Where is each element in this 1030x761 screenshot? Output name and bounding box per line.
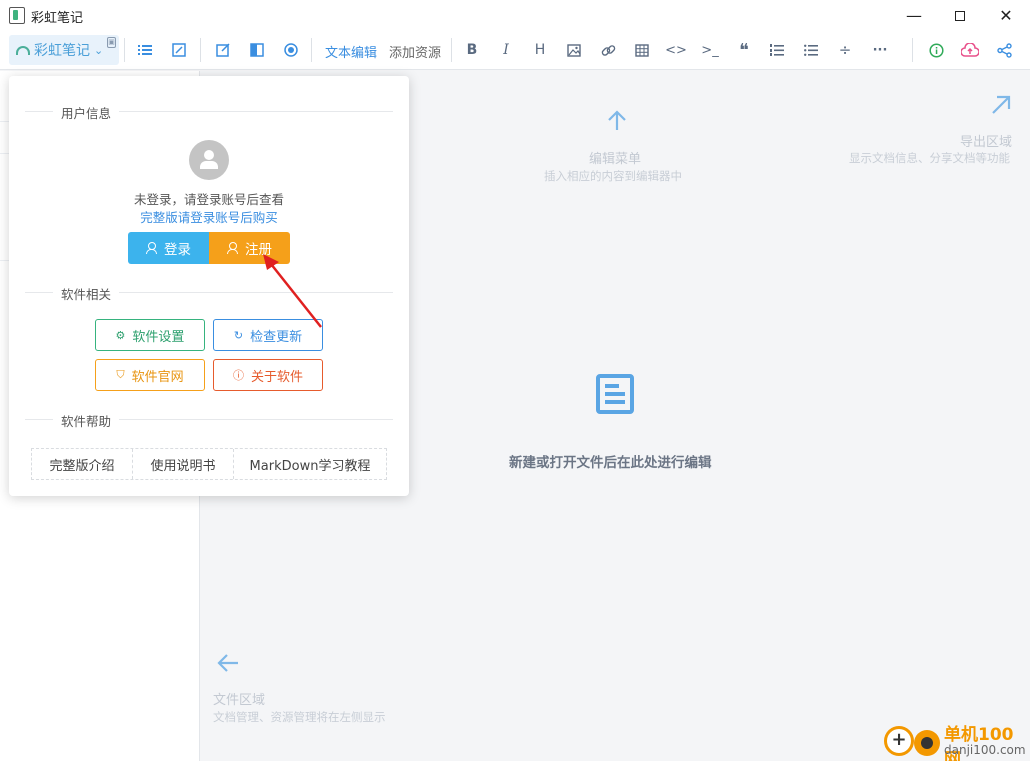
about-label: 关于软件 <box>250 369 303 385</box>
watermark: + 单机100网 danji100.com <box>880 718 1030 761</box>
divider-button[interactable]: ÷ <box>837 39 853 61</box>
window-title: 彩虹笔记 <box>31 11 84 26</box>
image-button[interactable] <box>566 39 582 61</box>
list-icon <box>138 45 152 55</box>
code-button[interactable]: <> <box>665 39 687 61</box>
italic-button[interactable]: I <box>498 39 514 61</box>
help-user-manual[interactable]: 使用说明书 <box>133 449 234 479</box>
login-button[interactable]: 登录 <box>128 232 209 264</box>
quote-button[interactable]: ❝ <box>735 39 753 61</box>
rainbow-icon <box>16 45 30 55</box>
unordered-list-button[interactable] <box>803 39 819 61</box>
info-button[interactable] <box>927 39 945 61</box>
table-icon <box>635 43 649 57</box>
about-button[interactable]: ⓘ 关于软件 <box>213 359 323 391</box>
arrow-up-right-icon <box>990 94 1012 122</box>
file-area-hint-title: 文件区域 <box>213 693 266 708</box>
edit-menu-hint-title: 编辑菜单 <box>589 152 642 167</box>
cloud-upload-button[interactable] <box>960 39 980 61</box>
software-section-title: 软件相关 <box>53 284 120 303</box>
info-icon <box>928 42 944 58</box>
link-button[interactable] <box>600 39 616 61</box>
title-bar: 彩虹笔记 — ✕ <box>0 0 1030 31</box>
annotation-arrow-icon <box>263 254 322 328</box>
editor-empty-hint: 新建或打开文件后在此处进行编辑 <box>509 455 712 471</box>
version-badge-icon: ▣ <box>107 37 116 48</box>
edit-menu-hint-sub: 插入相应的内容到编辑器中 <box>544 169 682 183</box>
file-area-hint-sub: 文档管理、资源管理将在左侧显示 <box>213 710 386 724</box>
outline-list-button[interactable] <box>136 39 154 61</box>
info-circle-icon: ⓘ <box>232 369 244 382</box>
code-block-button[interactable]: >_ <box>700 39 720 61</box>
help-markdown-tutorial[interactable]: MarkDown学习教程 <box>234 449 386 479</box>
website-button[interactable]: ⛉ 软件官网 <box>95 359 205 391</box>
chevron-down-icon: ⌄ <box>94 43 104 57</box>
tab-text-edit[interactable]: 文本编辑 <box>325 42 377 61</box>
close-button[interactable]: ✕ <box>983 0 1029 31</box>
watermark-plus-icon: + <box>884 726 914 756</box>
watermark-circle-icon <box>914 730 940 756</box>
split-view-button[interactable] <box>248 39 266 61</box>
help-section-title: 软件帮助 <box>53 411 120 430</box>
login-label: 登录 <box>164 242 191 258</box>
edit-mode-button[interactable] <box>214 39 232 61</box>
toolbar-divider <box>200 38 201 62</box>
image-icon <box>567 43 581 57</box>
brand-label: 彩虹笔记 <box>34 43 90 59</box>
toolbar-divider <box>311 38 312 62</box>
ordered-list-button[interactable] <box>769 39 785 61</box>
arrow-left-icon <box>216 652 240 680</box>
maximize-button[interactable] <box>937 0 983 31</box>
link-icon <box>601 44 615 56</box>
maximize-icon <box>955 10 965 21</box>
app-logo-icon <box>9 7 25 24</box>
edit-icon <box>216 43 230 57</box>
help-links: 完整版介绍 使用说明书 MarkDown学习教程 <box>31 448 387 480</box>
export-hint-title: 导出区域 <box>960 135 1013 150</box>
shield-icon: ⛉ <box>116 368 125 381</box>
toggle-layout-button[interactable] <box>170 39 188 61</box>
watermark-url: danji100.com <box>944 743 1026 757</box>
share-icon <box>996 42 1012 58</box>
unordered-list-icon <box>804 44 818 56</box>
settings-button[interactable]: ⚙ 软件设置 <box>95 319 205 351</box>
brand-dropdown-popup: 用户信息 未登录，请登录账号后查看 完整版请登录账号后购买 登录 注册 软件相关… <box>9 76 409 496</box>
gear-icon: ⚙ <box>115 328 126 342</box>
settings-label: 软件设置 <box>132 329 185 345</box>
share-button[interactable] <box>995 39 1013 61</box>
arrow-up-icon <box>606 110 628 138</box>
export-hint-sub: 显示文档信息、分享文档等功能 <box>849 151 1010 165</box>
user-icon <box>146 242 157 254</box>
more-button[interactable]: ··· <box>870 39 890 61</box>
refresh-icon: ↻ <box>233 328 244 342</box>
cloud-upload-icon <box>961 43 979 57</box>
user-add-icon <box>227 242 238 254</box>
bold-button[interactable]: B <box>464 39 480 61</box>
split-view-icon <box>250 43 264 57</box>
user-info-section-title: 用户信息 <box>53 103 120 122</box>
heading-button[interactable]: H <box>532 39 548 61</box>
toolbar: 彩虹笔记 ⌄ ▣ 文本编辑 添加资源 B I H <> >_ ❝ ÷ ··· <box>0 31 1030 70</box>
brand-menu-button[interactable]: 彩虹笔记 ⌄ ▣ <box>9 35 119 65</box>
preview-button[interactable] <box>282 39 300 61</box>
eye-icon <box>284 43 298 57</box>
avatar <box>189 140 229 180</box>
toolbar-divider <box>912 38 913 62</box>
full-version-link[interactable]: 完整版请登录账号后购买 <box>9 207 409 226</box>
website-label: 软件官网 <box>131 369 184 385</box>
toolbar-divider <box>451 38 452 62</box>
table-button[interactable] <box>634 39 650 61</box>
help-full-version-intro[interactable]: 完整版介绍 <box>32 449 133 479</box>
toolbar-divider <box>124 38 125 62</box>
minimize-button[interactable]: — <box>891 0 937 31</box>
not-logged-in-text: 未登录，请登录账号后查看 <box>133 192 284 207</box>
resize-icon <box>172 43 186 57</box>
tab-add-resource[interactable]: 添加资源 <box>389 42 441 61</box>
document-icon <box>596 374 634 414</box>
ordered-list-icon <box>770 44 784 56</box>
